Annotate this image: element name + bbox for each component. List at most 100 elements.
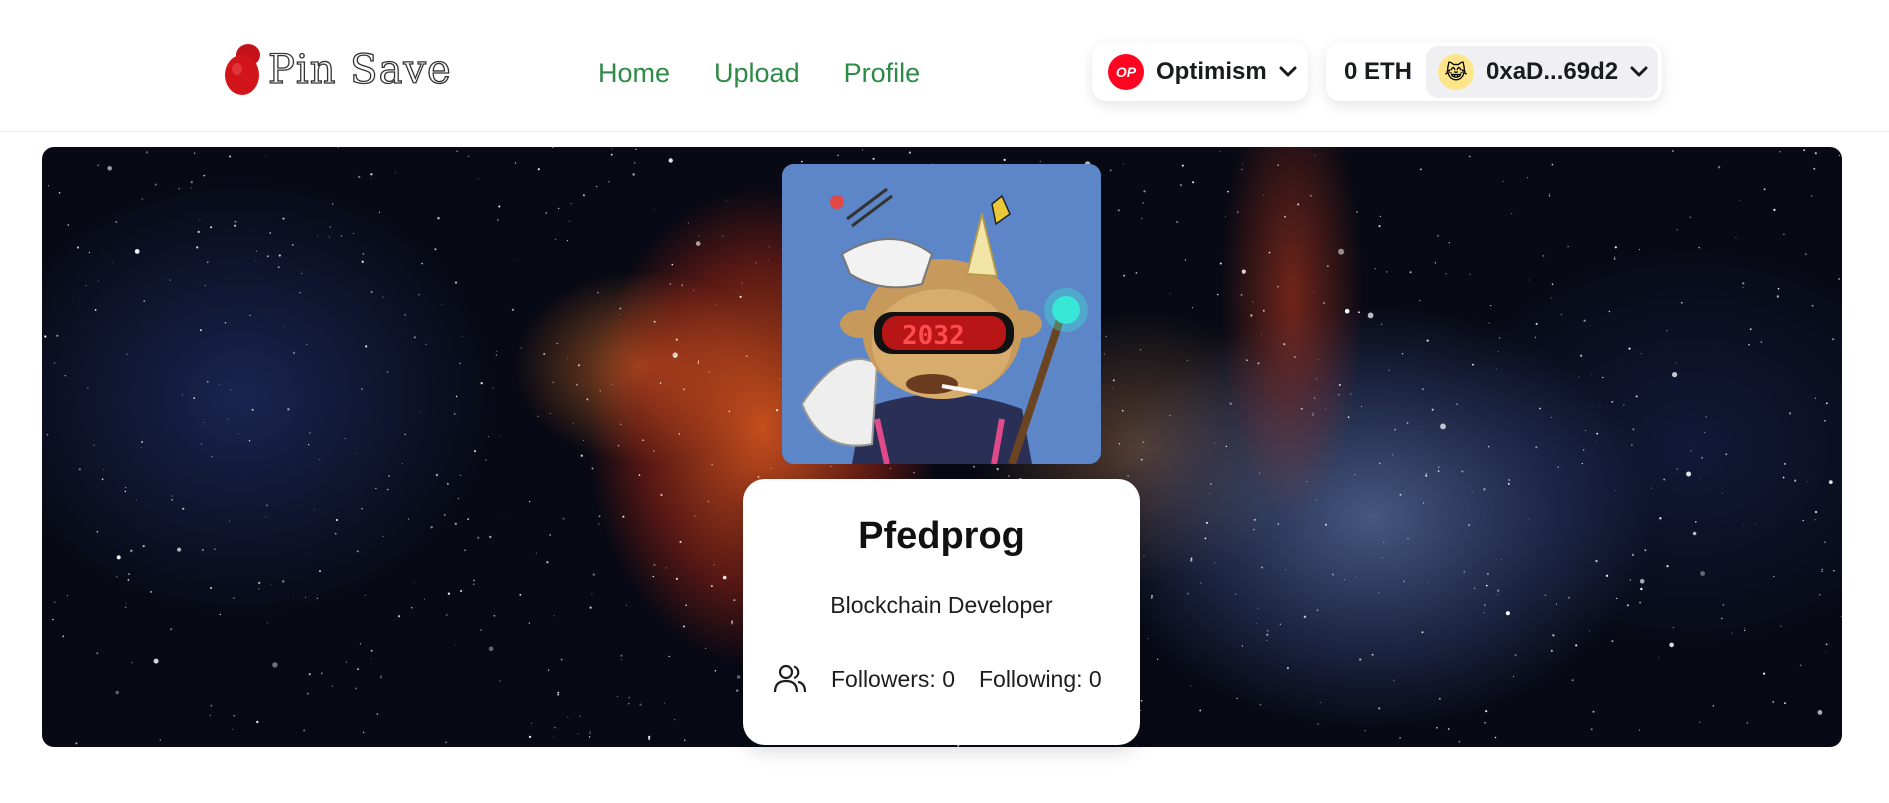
star — [1824, 541, 1826, 544]
star — [1731, 632, 1733, 634]
star — [1252, 301, 1254, 303]
star — [1811, 304, 1814, 307]
star — [277, 266, 280, 269]
star — [54, 601, 56, 603]
star — [1814, 519, 1816, 521]
pin-save-logo[interactable]: Pin Save — [224, 42, 452, 98]
star — [1200, 582, 1202, 584]
star — [1361, 406, 1362, 408]
star — [1381, 557, 1383, 559]
star — [620, 423, 622, 425]
star — [251, 408, 254, 411]
star — [134, 249, 140, 254]
star — [375, 487, 377, 490]
star — [908, 151, 912, 154]
star — [1259, 703, 1262, 706]
star — [1605, 574, 1609, 577]
star — [1585, 430, 1587, 432]
star — [1699, 478, 1701, 480]
star — [111, 262, 113, 263]
star — [1535, 322, 1538, 325]
star — [200, 329, 202, 332]
nav-profile-link[interactable]: Profile — [844, 53, 921, 93]
star — [1473, 587, 1476, 590]
star — [1463, 570, 1466, 573]
nav-home-link[interactable]: Home — [598, 53, 670, 93]
star — [255, 260, 256, 262]
star — [695, 241, 701, 246]
star — [1117, 209, 1120, 212]
star — [713, 564, 715, 566]
star — [1799, 664, 1802, 667]
star — [1676, 468, 1678, 470]
star — [1497, 594, 1499, 596]
star — [1825, 643, 1828, 646]
star — [1638, 729, 1640, 731]
star — [1219, 151, 1221, 153]
star — [1631, 444, 1633, 446]
star — [382, 535, 384, 537]
star — [270, 583, 272, 585]
star — [306, 692, 309, 695]
chain-selector-button[interactable]: OP Optimism — [1092, 43, 1308, 101]
star — [589, 606, 592, 609]
star — [424, 598, 425, 600]
star — [675, 338, 678, 341]
star — [674, 719, 676, 721]
star — [116, 576, 118, 578]
star — [671, 263, 674, 266]
star — [1140, 699, 1143, 702]
star — [626, 604, 627, 606]
star — [1235, 593, 1237, 595]
following-count[interactable]: Following: 0 — [979, 666, 1102, 693]
star — [361, 508, 363, 510]
star — [1268, 251, 1271, 254]
star — [830, 465, 832, 468]
star — [1176, 220, 1179, 224]
star — [1672, 150, 1674, 152]
star — [172, 495, 173, 497]
followers-count[interactable]: Followers: 0 — [831, 666, 955, 693]
pin-logo-icon — [225, 44, 260, 95]
star — [1596, 441, 1597, 442]
star — [1378, 592, 1380, 594]
star — [1550, 416, 1552, 418]
star — [404, 314, 406, 316]
star — [447, 592, 451, 595]
account-button[interactable]: 0 ETH 😹 0xaD...69d2 — [1326, 43, 1662, 101]
star — [293, 352, 295, 354]
star — [1486, 572, 1489, 576]
star — [1817, 710, 1823, 715]
star — [1105, 336, 1107, 338]
star — [435, 473, 439, 477]
star — [1181, 164, 1184, 167]
star — [1773, 575, 1775, 578]
star — [683, 625, 685, 628]
star — [1722, 492, 1723, 494]
star — [638, 364, 639, 366]
star — [1204, 537, 1207, 540]
star — [595, 185, 598, 188]
star — [1359, 658, 1362, 661]
star — [473, 579, 475, 582]
star — [553, 736, 555, 738]
star — [1698, 246, 1700, 249]
star — [733, 599, 736, 601]
star — [566, 240, 569, 242]
star — [1257, 607, 1259, 609]
star — [331, 685, 334, 687]
star — [47, 185, 49, 187]
star — [332, 203, 334, 205]
star — [488, 646, 494, 652]
star — [1393, 679, 1395, 682]
star — [598, 515, 601, 518]
address-pill[interactable]: 😹 0xaD...69d2 — [1426, 46, 1658, 98]
star — [1104, 353, 1105, 355]
star — [1580, 354, 1583, 357]
star — [116, 555, 121, 560]
star — [1422, 388, 1424, 391]
star — [1818, 593, 1821, 596]
star — [552, 381, 555, 384]
nav-upload-link[interactable]: Upload — [714, 53, 800, 93]
star — [362, 253, 365, 255]
